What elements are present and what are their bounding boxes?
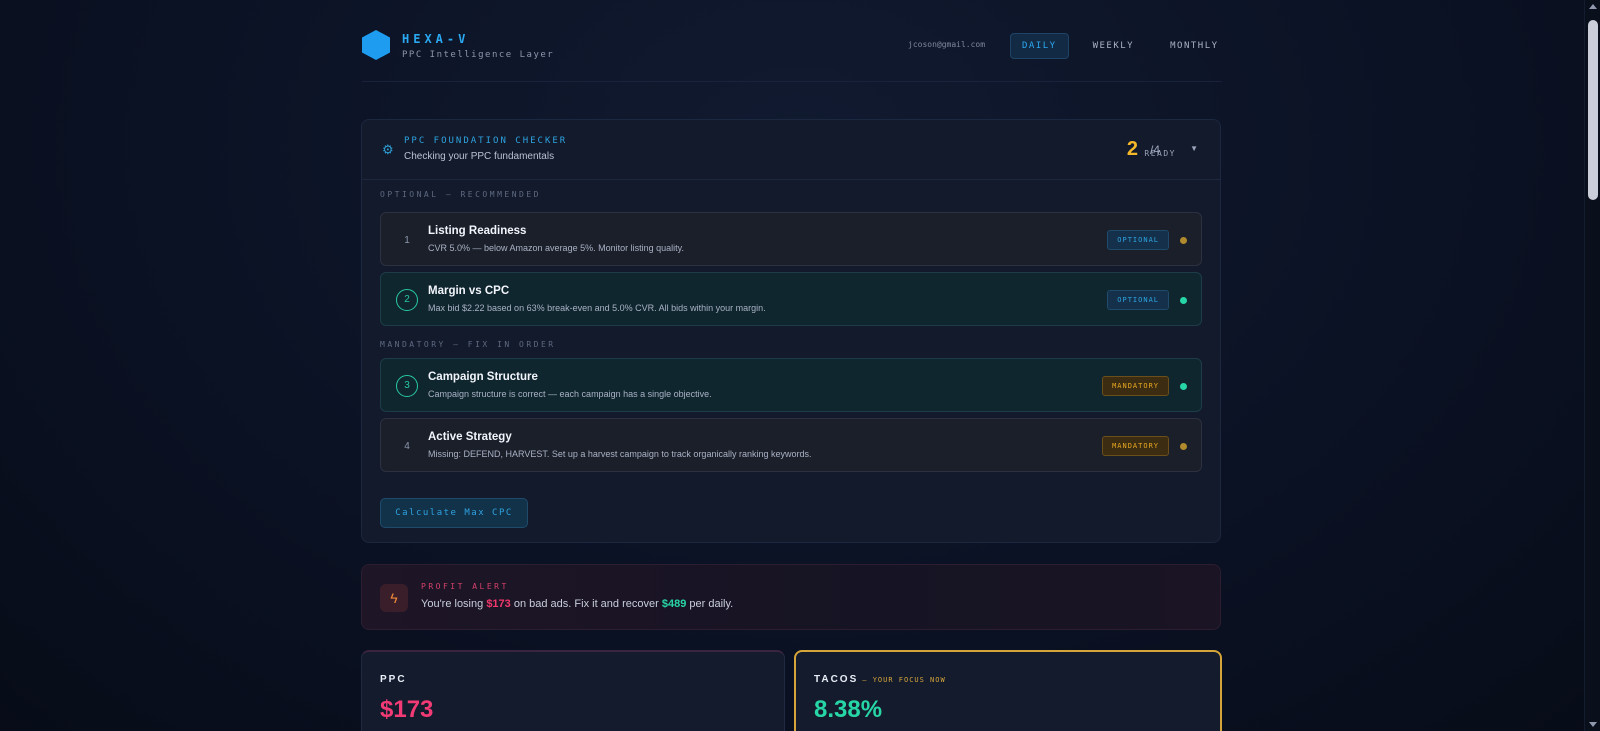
check-number: 3 [396, 375, 418, 397]
focus-hint: — YOUR FOCUS NOW [862, 676, 946, 684]
optional-section-label: OPTIONAL — RECOMMENDED [380, 190, 541, 199]
check-description: Missing: DEFEND, HARVEST. Set up a harve… [428, 449, 812, 459]
mandatory-section-label: MANDATORY — FIX IN ORDER [380, 340, 556, 349]
mandatory-badge: MANDATORY [1102, 436, 1169, 456]
optional-badge: OPTIONAL [1107, 290, 1169, 310]
tacos-metric-card[interactable]: TACOS — YOUR FOCUS NOW 8.38% [794, 650, 1222, 731]
tab-monthly[interactable]: MONTHLY [1158, 33, 1230, 59]
status-dot-icon [1180, 297, 1187, 304]
brand-title: HEXA-V [402, 32, 470, 46]
app-header: HEXA-V PPC Intelligence Layer jcoson@gma… [362, 28, 1222, 82]
hexagon-logo-icon [362, 30, 390, 60]
scroll-down-arrow-icon[interactable] [1589, 722, 1597, 727]
recover-amount: $489 [661, 598, 687, 610]
brand-subtitle: PPC Intelligence Layer [402, 50, 555, 60]
status-dot-icon [1180, 443, 1187, 450]
check-item-active-strategy[interactable]: 4 Active Strategy Missing: DEFEND, HARVE… [380, 418, 1202, 472]
status-dot-icon [1180, 237, 1187, 244]
check-description: CVR 5.0% — below Amazon average 5%. Moni… [428, 243, 684, 253]
check-number: 2 [396, 289, 418, 311]
foundation-checker-title: PPC FOUNDATION CHECKER [404, 136, 568, 146]
check-title: Active Strategy [428, 431, 512, 443]
check-title: Listing Readiness [428, 225, 527, 237]
alert-text-middle: on bad ads. Fix it and recover [513, 598, 659, 610]
gear-icon: ⚙ [382, 142, 394, 157]
profit-alert-text: You're losing $173 on bad ads. Fix it an… [421, 598, 733, 610]
ppc-metric-card[interactable]: PPC $173 [361, 650, 785, 731]
profit-alert-label: PROFIT ALERT [421, 582, 509, 591]
ppc-value: $173 [380, 696, 434, 723]
loss-amount: $173 [486, 598, 511, 610]
optional-badge: OPTIONAL [1107, 230, 1169, 250]
ready-count: 2 [1126, 138, 1138, 160]
ready-label: READY [1144, 149, 1176, 158]
chevron-down-icon[interactable]: ▼ [1190, 144, 1198, 153]
tacos-label: TACOS [814, 674, 859, 685]
scroll-up-arrow-icon[interactable] [1589, 4, 1597, 9]
foundation-checker-card: ⚙ PPC FOUNDATION CHECKER Checking your P… [361, 119, 1221, 543]
alert-text-suffix: per daily. [689, 598, 734, 610]
check-item-margin-vs-cpc[interactable]: 2 Margin vs CPC Max bid $2.22 based on 6… [380, 272, 1202, 326]
scrollbar-thumb[interactable] [1588, 20, 1598, 200]
check-item-listing-readiness[interactable]: 1 Listing Readiness CVR 5.0% — below Ama… [380, 212, 1202, 266]
foundation-checker-subtitle: Checking your PPC fundamentals [404, 151, 555, 162]
tab-daily[interactable]: DAILY [1010, 33, 1069, 59]
user-email[interactable]: jcoson@gmail.com [908, 40, 985, 49]
check-item-campaign-structure[interactable]: 3 Campaign Structure Campaign structure … [380, 358, 1202, 412]
check-title: Margin vs CPC [428, 285, 510, 297]
alert-text-prefix: You're losing [421, 598, 484, 610]
page-scrollbar[interactable] [1584, 0, 1600, 731]
tab-weekly[interactable]: WEEKLY [1081, 33, 1147, 59]
check-title: Campaign Structure [428, 371, 538, 383]
time-range-tabs: DAILY WEEKLY MONTHLY [1010, 33, 1231, 59]
check-number: 4 [404, 441, 410, 452]
lightning-icon: ϟ [380, 584, 408, 612]
check-description: Max bid $2.22 based on 63% break-even an… [428, 303, 766, 313]
check-description: Campaign structure is correct — each cam… [428, 389, 712, 399]
status-dot-icon [1180, 383, 1187, 390]
profit-alert-banner: ϟ PROFIT ALERT You're losing $173 on bad… [361, 564, 1221, 630]
mandatory-badge: MANDATORY [1102, 376, 1169, 396]
ppc-label: PPC [380, 674, 407, 685]
tacos-value: 8.38% [814, 696, 883, 723]
check-number: 1 [404, 235, 410, 246]
tacos-label-row: TACOS — YOUR FOCUS NOW [814, 674, 946, 685]
calculate-max-cpc-button[interactable]: Calculate Max CPC [380, 498, 528, 528]
foundation-checker-header[interactable]: ⚙ PPC FOUNDATION CHECKER Checking your P… [362, 120, 1220, 180]
